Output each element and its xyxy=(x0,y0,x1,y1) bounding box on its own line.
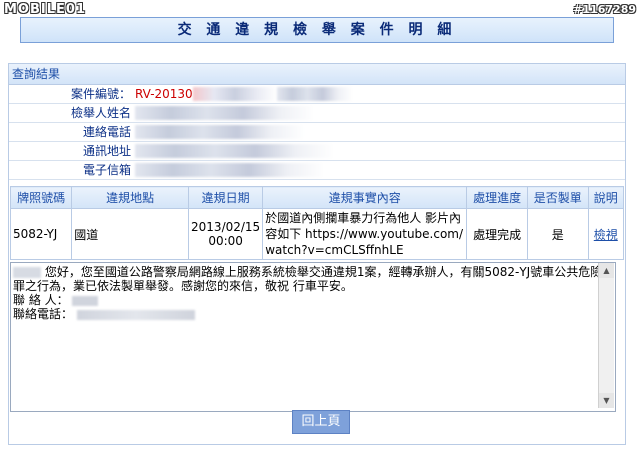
reporter-name-label: 檢舉人姓名 xyxy=(70,106,131,120)
reply-scrollbar[interactable]: ▲ ▼ xyxy=(598,263,614,408)
cell-content: 於國道內側攔車暴力行為他人 影片內容如下 https://www.youtube… xyxy=(262,208,468,260)
redacted-contact xyxy=(72,295,99,306)
cell-status: 處理完成 xyxy=(466,208,528,260)
redacted-block xyxy=(135,144,335,158)
table-row: 5082-YJ 國道 2013/02/15 00:00 於國道內側攔車暴力行為他… xyxy=(9,208,625,260)
scroll-down-arrow-icon[interactable]: ▼ xyxy=(599,393,614,408)
result-heading: 查詢結果 xyxy=(9,64,625,85)
reporter-name-row: 檢舉人姓名 xyxy=(9,104,625,123)
contact-label: 聯 絡 人： xyxy=(13,293,69,307)
col-header-detail: 說明 xyxy=(587,186,625,209)
mobile01-watermark: MOBILE01 xyxy=(4,2,86,17)
redacted-name xyxy=(13,267,41,278)
cell-date: 2013/02/15 00:00 xyxy=(188,208,264,260)
table-header-row: 牌照號碼 違規地點 違規日期 違規事實內容 處理進度 是否製單 說明 xyxy=(9,186,625,209)
redacted-block xyxy=(277,87,353,101)
phone-row: 連絡電話 xyxy=(9,123,625,142)
address-row: 通訊地址 xyxy=(9,142,625,161)
title-bar: 交 通 違 規 檢 舉 案 件 明 細 xyxy=(20,17,614,43)
view-detail-link[interactable]: 檢視 xyxy=(594,228,618,242)
case-table: 牌照號碼 違規地點 違規日期 違規事實內容 處理進度 是否製單 說明 5082-… xyxy=(9,186,625,260)
redacted-block xyxy=(135,163,325,177)
col-header-location: 違規地點 xyxy=(71,186,190,209)
redacted-block xyxy=(193,87,277,101)
result-panel: 查詢結果 案件編號： RV-20130 檢舉人姓名 連絡電話 通訊地址 電子信箱… xyxy=(8,63,626,445)
redacted-phone xyxy=(76,309,195,320)
case-number-value: RV-20130 xyxy=(135,87,193,101)
post-id-watermark: #1167289 xyxy=(573,3,636,16)
back-button[interactable]: 回上頁 xyxy=(292,410,350,434)
case-number-label: 案件編號： xyxy=(70,87,131,101)
cell-location: 國道 xyxy=(71,208,190,260)
reply-textarea[interactable]: 您好，您至國道公路警察局網路線上服務系統檢舉交通違規1案，經轉承辦人，有關508… xyxy=(10,262,616,412)
col-header-status: 處理進度 xyxy=(466,186,528,209)
cell-plate: 5082-YJ xyxy=(9,208,73,260)
case-number-row: 案件編號： RV-20130 xyxy=(9,85,625,104)
page-title: 交 通 違 規 檢 舉 案 件 明 細 xyxy=(177,22,457,38)
phone-label: 連絡電話 xyxy=(82,125,131,139)
cell-ticketed: 是 xyxy=(526,208,589,260)
email-row: 電子信箱 xyxy=(9,161,625,180)
reply-message: 您好，您至國道公路警察局網路線上服務系統檢舉交通違規1案，經轉承辦人，有關508… xyxy=(13,265,603,293)
col-header-plate: 牌照號碼 xyxy=(9,186,73,209)
redacted-block xyxy=(135,125,305,139)
redacted-block xyxy=(135,106,315,120)
col-header-content: 違規事實內容 xyxy=(262,186,468,209)
email-label: 電子信箱 xyxy=(82,163,131,177)
phone-label-reply: 聯絡電話： xyxy=(13,307,74,321)
col-header-ticketed: 是否製單 xyxy=(526,186,589,209)
scroll-up-arrow-icon[interactable]: ▲ xyxy=(599,263,614,278)
col-header-date: 違規日期 xyxy=(188,186,264,209)
address-label: 通訊地址 xyxy=(82,144,131,158)
